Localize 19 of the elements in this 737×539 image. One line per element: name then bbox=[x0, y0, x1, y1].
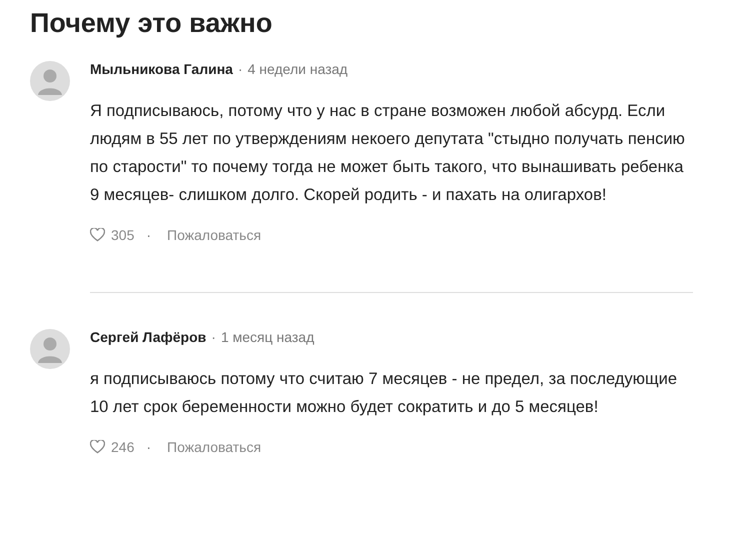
author-name: Мыльникова Галина bbox=[90, 61, 233, 77]
heart-icon bbox=[90, 440, 105, 454]
separator: · bbox=[146, 439, 152, 455]
separator: · bbox=[211, 329, 216, 345]
separator: · bbox=[238, 61, 243, 77]
comment-text: я подписываюсь потому что считаю 7 месяцев - не предел, за последующие 10 лет срок беременности можно будет сократить и до 5 месяцев! bbox=[90, 369, 678, 418]
section-title: Почему это важно bbox=[30, 8, 274, 39]
like-button[interactable]: 305 bbox=[90, 227, 134, 243]
comment-text: Я подписываюсь, потому что у нас в стране возможен любой абсурд. Если людям в 55 лет по утверждениям некоего депутата "стыдно получать пенсию по старости" то почему тогда не может быть такого, что вынашивать ребенка 9 месяцев- слишком долго. Скорей родить - и пахать на олигархов! bbox=[90, 101, 686, 206]
separator: · bbox=[146, 227, 152, 243]
author-name: Сергей Лафёров bbox=[90, 329, 206, 345]
like-button[interactable]: 246 bbox=[90, 439, 134, 455]
report-link[interactable]: Пожаловаться bbox=[167, 227, 262, 243]
avatar-icon bbox=[30, 61, 70, 101]
report-link[interactable]: Пожаловаться bbox=[167, 439, 262, 455]
heart-icon bbox=[90, 228, 105, 242]
comment-time: 1 месяц назад bbox=[220, 329, 314, 345]
comment-time: 4 недели назад bbox=[248, 61, 348, 77]
avatar-icon bbox=[30, 329, 70, 369]
